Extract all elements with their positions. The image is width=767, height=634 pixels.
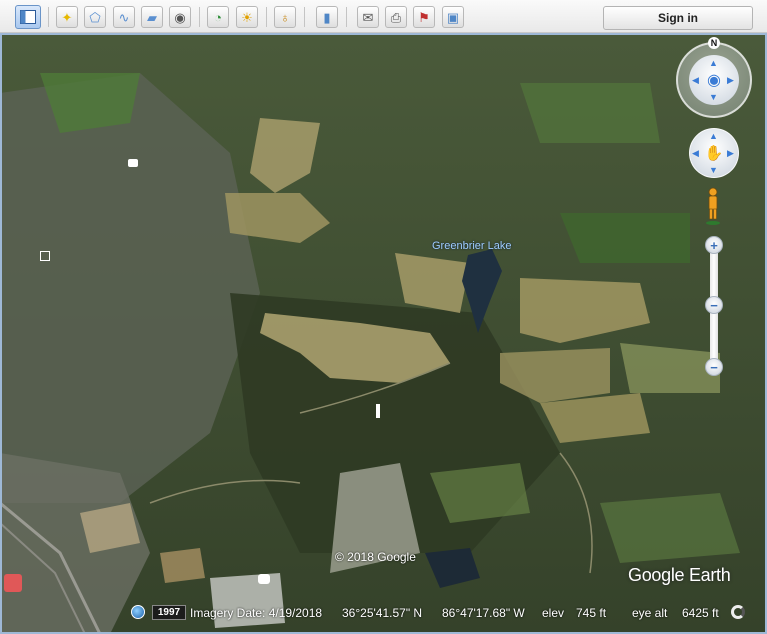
loading-icon: [731, 605, 745, 619]
lake-label[interactable]: Greenbrier Lake: [432, 240, 512, 252]
latitude: 36°25'41.57" N: [342, 606, 423, 620]
maps-icon: ⚑: [418, 9, 430, 25]
car-marker-icon[interactable]: [258, 574, 270, 584]
polygon-icon: ⬠: [89, 9, 101, 25]
sunlight-button[interactable]: ☀: [236, 6, 258, 28]
move-up-arrow-icon[interactable]: ▲: [709, 132, 718, 141]
hand-icon: ✋: [704, 145, 724, 162]
add-overlay-button[interactable]: ▰: [141, 6, 163, 28]
move-left-arrow-icon[interactable]: ◀: [692, 149, 699, 158]
placemark-icon: ✦: [61, 9, 73, 25]
cursor-marker-icon: [376, 404, 380, 418]
camera-marker-icon[interactable]: [128, 159, 138, 167]
add-placemark-button[interactable]: ✦: [56, 6, 78, 28]
photo-marker-icon[interactable]: [40, 251, 50, 261]
eye-icon: ◉: [707, 72, 721, 89]
save-image-button[interactable]: ▣: [442, 6, 464, 28]
look-right-arrow-icon[interactable]: ▶: [727, 76, 734, 85]
elevation-value: 745 ft: [576, 606, 607, 620]
sidebar-icon: [20, 10, 36, 24]
printer-icon: ⎙: [390, 9, 402, 25]
ruler-icon: ▮: [323, 9, 331, 25]
look-down-arrow-icon[interactable]: ▼: [709, 93, 718, 102]
longitude: 86°47'17.68" W: [442, 606, 525, 620]
zoom-in-button[interactable]: +: [705, 236, 723, 254]
save-image-icon: ▣: [446, 9, 460, 25]
zoom-out-button[interactable]: −: [705, 358, 723, 376]
eye-altitude-value: 6425 ft: [682, 606, 719, 620]
tour-guide-icon[interactable]: [131, 605, 145, 619]
image-overlay-icon: ▰: [147, 9, 157, 25]
switch-planet-button[interactable]: ♁: [274, 6, 296, 28]
clock-icon: ◔: [214, 9, 222, 25]
sign-in-button[interactable]: Sign in: [603, 6, 753, 30]
print-button[interactable]: ⎙: [385, 6, 407, 28]
planet-icon: ♁: [280, 9, 290, 25]
look-left-arrow-icon[interactable]: ◀: [692, 76, 699, 85]
zoom-slider-handle[interactable]: −: [705, 296, 723, 314]
google-earth-logo: Google Earth: [628, 565, 731, 585]
status-bar: 1997 Imagery Date: 4/19/2018 36°25'41.57…: [0, 601, 767, 625]
add-path-button[interactable]: ∿: [113, 6, 135, 28]
toolbar-separator: [304, 7, 305, 27]
record-tour-icon: ◉: [174, 9, 186, 25]
historical-imagery-button[interactable]: ◔: [207, 6, 229, 28]
copyright-text: © 2018 Google: [335, 550, 416, 564]
north-indicator[interactable]: N: [708, 37, 720, 49]
record-tour-button[interactable]: ◉: [169, 6, 191, 28]
toolbar-separator: [266, 7, 267, 27]
envelope-icon: ✉: [362, 9, 374, 25]
satellite-imagery: [0, 33, 767, 634]
toolbar: ✦ ⬠ ∿ ▰ ◉ ◔ ☀ ♁ ▮ ✉ ⎙ ⚑ ▣ Sign in: [0, 0, 767, 33]
imagery-date: Imagery Date: 4/19/2018: [190, 606, 323, 620]
eye-altitude-label: eye alt: [632, 606, 668, 620]
move-right-arrow-icon[interactable]: ▶: [727, 149, 734, 158]
move-down-arrow-icon[interactable]: ▼: [709, 166, 718, 175]
toolbar-separator: [199, 7, 200, 27]
email-button[interactable]: ✉: [357, 6, 379, 28]
sidebar-toggle-button[interactable]: [15, 5, 41, 29]
toolbar-separator: [48, 7, 49, 27]
view-in-maps-button[interactable]: ⚑: [413, 6, 435, 28]
map-viewport[interactable]: Greenbrier Lake © 2018 Google Google Ear…: [0, 33, 767, 634]
ruler-button[interactable]: ▮: [316, 6, 338, 28]
look-up-arrow-icon[interactable]: ▲: [709, 59, 718, 68]
pegman-icon[interactable]: [703, 186, 723, 226]
elevation-label: elev: [542, 606, 565, 620]
imagery-year-badge[interactable]: 1997: [152, 605, 186, 620]
sun-icon: ☀: [241, 9, 253, 25]
add-polygon-button[interactable]: ⬠: [84, 6, 106, 28]
toolbar-separator: [346, 7, 347, 27]
path-icon: ∿: [118, 9, 130, 25]
airport-marker-icon[interactable]: [4, 574, 22, 592]
